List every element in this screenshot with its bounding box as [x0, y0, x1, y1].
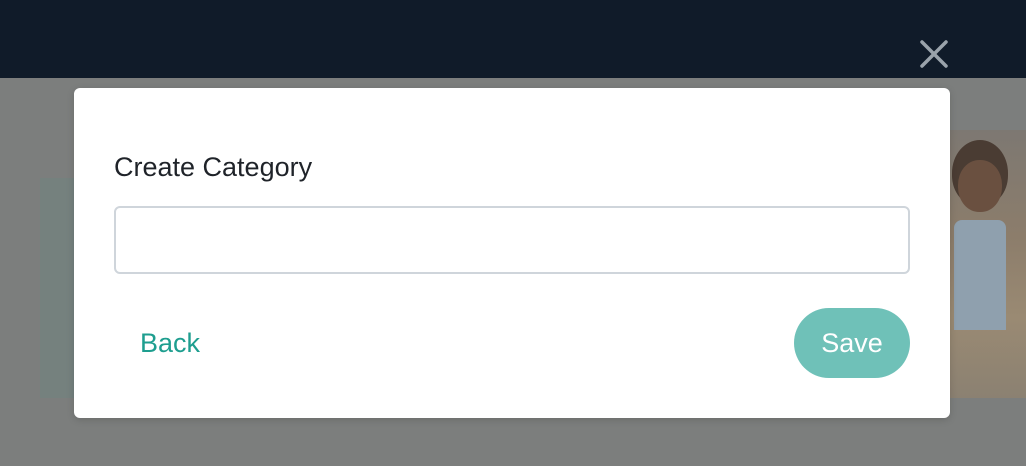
background-photo [940, 130, 1026, 398]
save-button[interactable]: Save [794, 308, 910, 378]
page: Create Category Back Save [0, 0, 1026, 466]
photo-face [958, 160, 1002, 212]
close-icon [920, 40, 948, 68]
close-modal-button[interactable] [916, 36, 952, 72]
top-navbar [0, 0, 1026, 78]
photo-shirt [954, 220, 1006, 330]
category-name-input[interactable] [114, 206, 910, 274]
modal-title: Create Category [114, 152, 313, 182]
create-category-modal: Create Category Back Save [74, 88, 950, 418]
back-button[interactable]: Back [114, 310, 226, 376]
